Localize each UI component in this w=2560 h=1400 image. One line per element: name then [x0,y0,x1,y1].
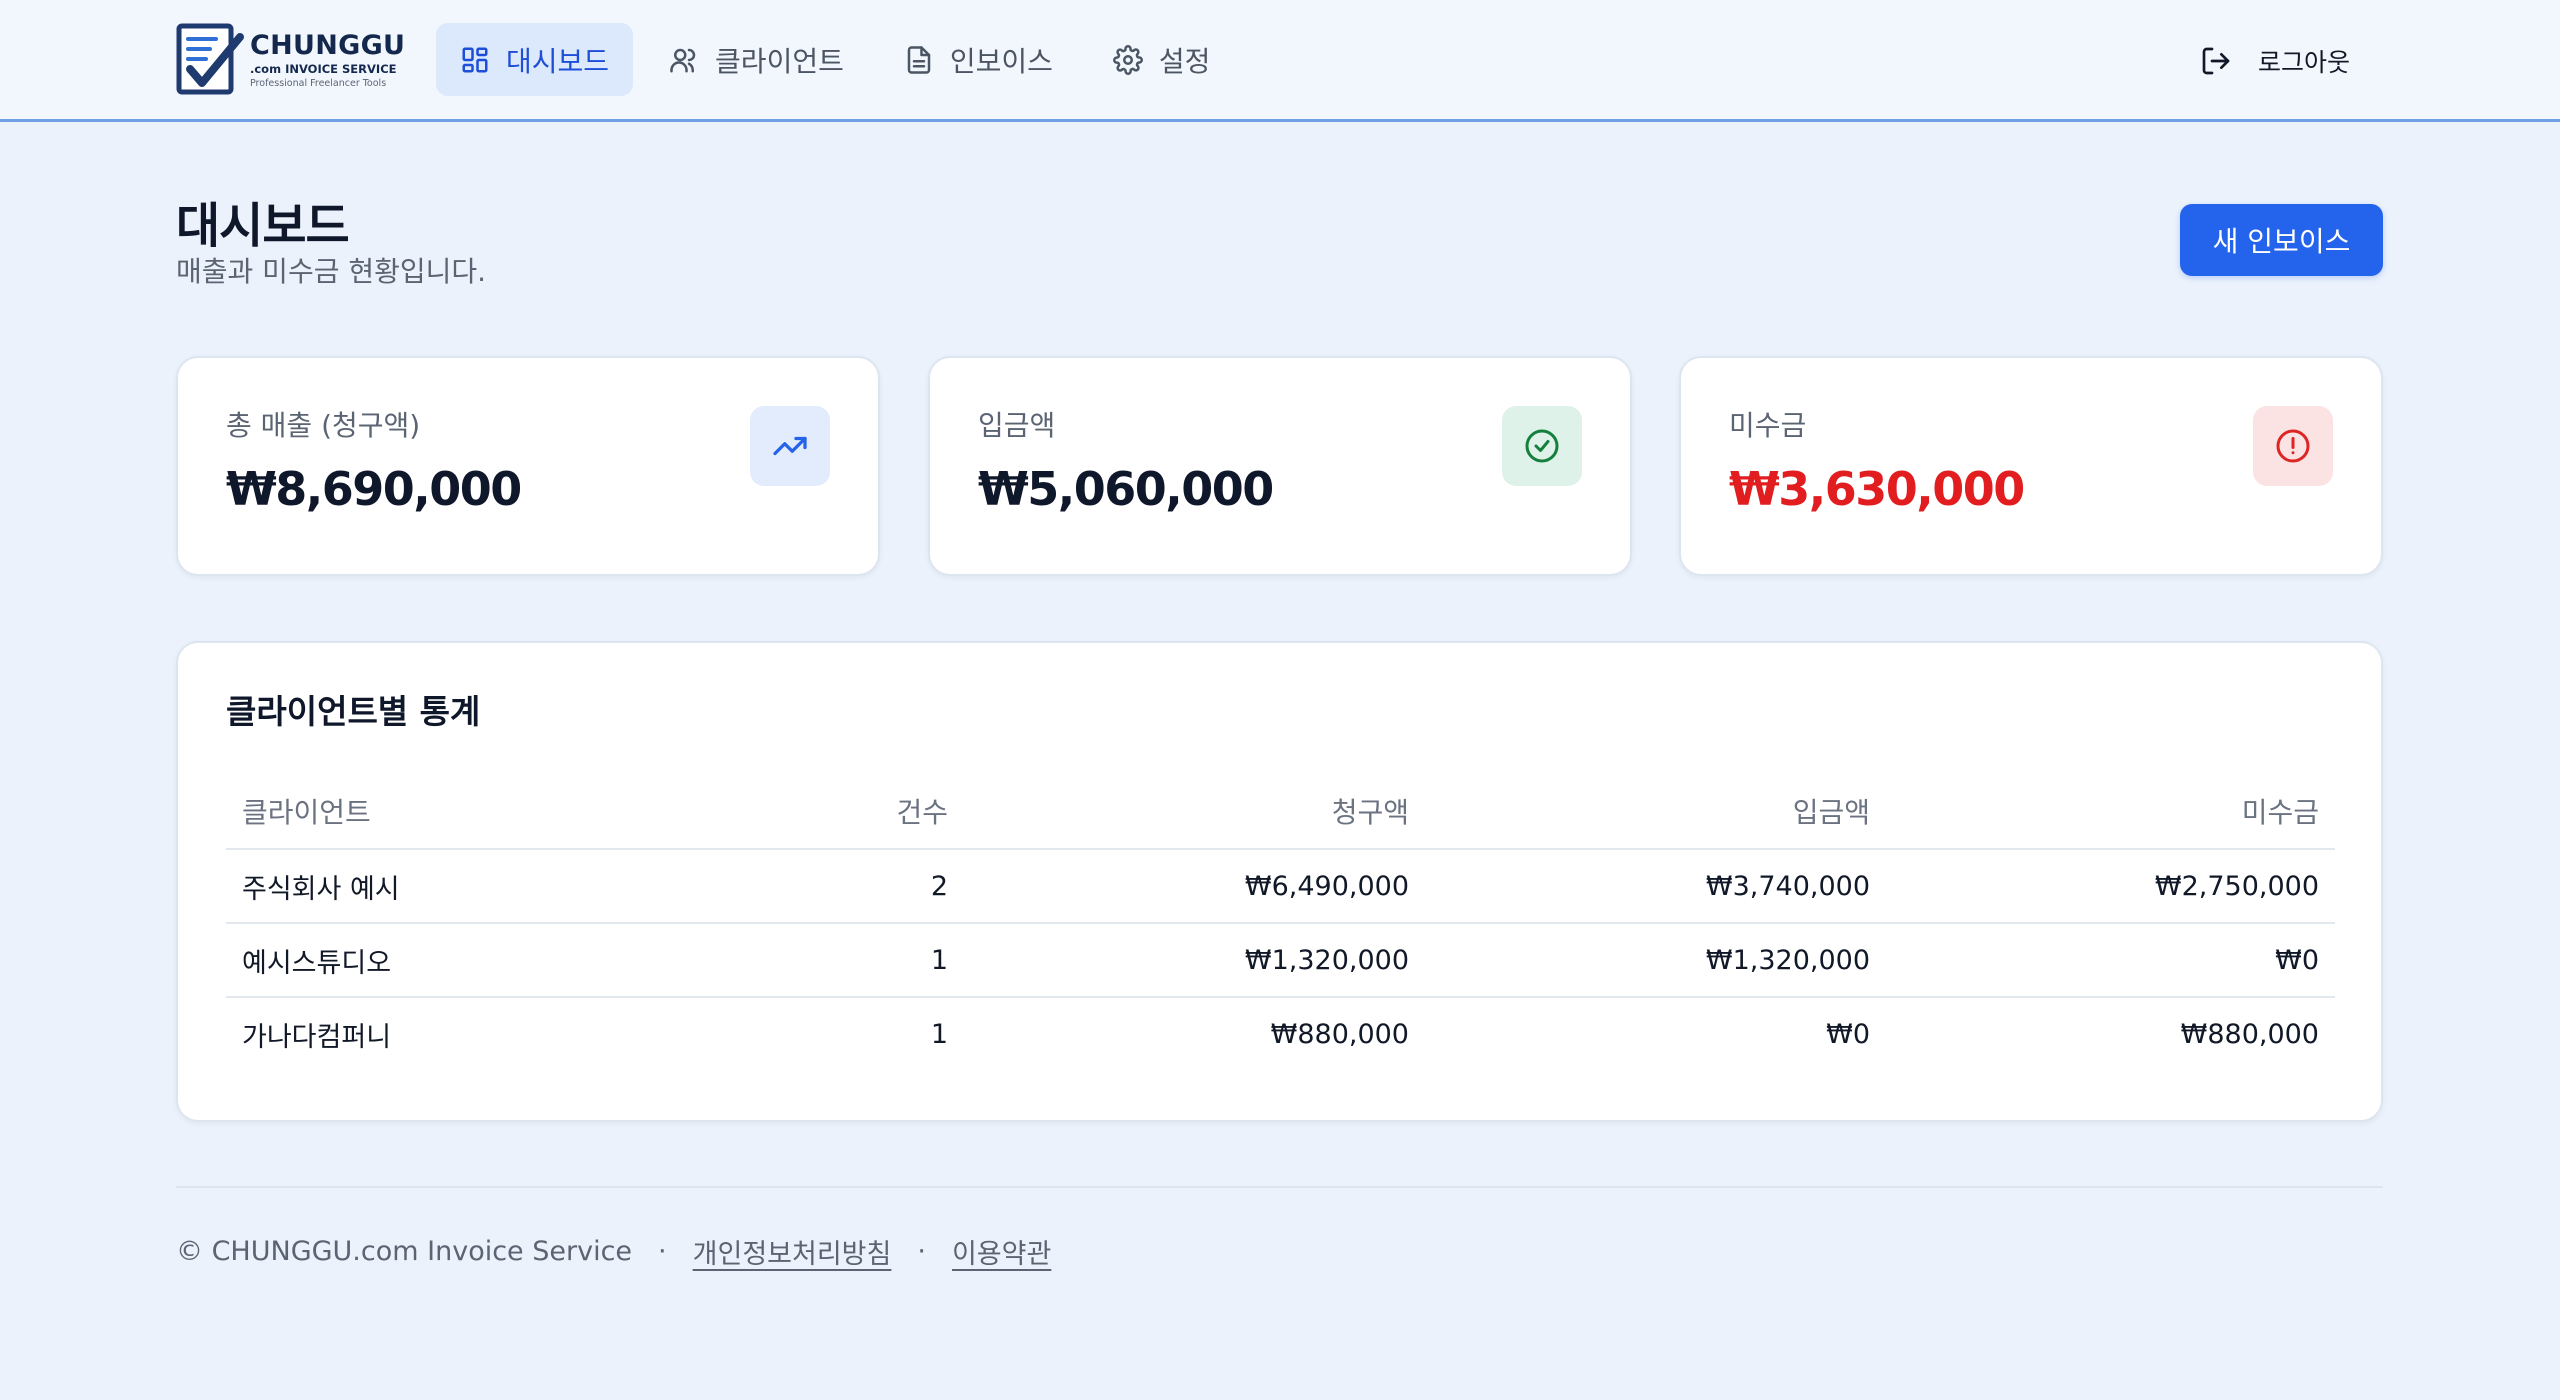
cell-outstanding: ₩0 [1886,923,2335,998]
new-invoice-button[interactable]: 새 인보이스 [2180,204,2383,276]
cell-billed: ₩6,490,000 [964,849,1425,924]
client-stats-table: 클라이언트 건수 청구액 입금액 미수금 주식회사 예시 2 ₩6,490,00… [226,773,2335,1071]
logout-button[interactable]: 로그아웃 [2200,36,2350,86]
trending-up-icon [750,406,830,486]
stat-value: ₩3,630,000 [1729,462,2025,516]
alert-circle-icon [2253,406,2333,486]
brand-logo[interactable]: CHUNGGU .com INVOICE SERVICE Professiona… [176,23,405,97]
stat-value: ₩5,060,000 [978,462,1274,516]
nav-item-dashboard[interactable]: 대시보드 [436,23,634,96]
client-stats-card: 클라이언트별 통계 클라이언트 건수 청구액 입금액 미수금 주식회사 예시 2… [176,641,2383,1122]
footer-separator: · [917,1236,926,1267]
table-row: 주식회사 예시 2 ₩6,490,000 ₩3,740,000 ₩2,750,0… [226,849,2335,924]
page-title: 대시보드 [176,198,350,254]
nav-label-dashboard: 대시보드 [506,44,610,78]
nav-item-clients[interactable]: 클라이언트 [645,23,868,96]
logout-icon [2202,47,2230,75]
cell-billed: ₩1,320,000 [964,923,1425,998]
check-circle-icon [1502,406,1582,486]
document-icon [907,45,931,74]
brand-subtitle: .com INVOICE SERVICE [250,61,397,76]
nav-item-invoices[interactable]: 인보이스 [880,23,1077,96]
page-subtitle: 매출과 미수금 현황입니다. [176,255,487,288]
footer-copyright: © CHUNGGU.com Invoice Service [176,1236,633,1267]
gear-icon [1112,44,1143,75]
column-header-billed: 청구액 [964,773,1425,850]
cell-client: 가나다컴퍼니 [242,1022,392,1053]
stat-card-total-revenue: 총 매출 (청구액) ₩8,690,000 [176,356,880,576]
footer-separator: · [658,1236,667,1267]
cell-count: 1 [930,1019,948,1050]
logout-label: 로그아웃 [2258,48,2351,77]
nav-label-clients: 클라이언트 [715,44,844,78]
column-header-client: 클라이언트 [226,773,716,850]
nav-item-settings[interactable]: 설정 [1089,23,1235,96]
stat-card-outstanding: 미수금 ₩3,630,000 [1679,356,2383,576]
column-header-paid: 입금액 [1425,773,1886,850]
stat-value: ₩8,690,000 [226,462,522,516]
column-header-count: 건수 [716,773,964,850]
cell-paid: ₩3,740,000 [1425,849,1886,924]
brand-name: CHUNGGU [250,29,406,61]
cell-outstanding: ₩880,000 [2180,1019,2319,1050]
column-header-outstanding: 미수금 [1886,773,2335,850]
footer-divider [176,1186,2383,1188]
table-row: 가나다컴퍼니 1 ₩880,000 ₩0 ₩880,000 [226,997,2335,1071]
users-icon [670,48,696,72]
cell-outstanding: ₩2,750,000 [1886,849,2335,924]
terms-link[interactable]: 이용약관 [952,1232,1051,1271]
table-header-row: 클라이언트 건수 청구액 입금액 미수금 [226,773,2335,850]
cell-client: 주식회사 예시 [226,849,716,924]
stat-card-paid: 입금액 ₩5,060,000 [928,356,1632,576]
cell-client: 예시스튜디오 [226,923,716,998]
cell-count: 1 [716,923,964,998]
nav-label-invoices: 인보이스 [949,44,1053,78]
stat-label: 총 매출 (청구액) [226,409,421,442]
cell-paid: ₩0 [1826,1019,1870,1050]
page-footer: © CHUNGGU.com Invoice Service · 개인정보처리방침… [176,1232,1051,1271]
table-row: 예시스튜디오 1 ₩1,320,000 ₩1,320,000 ₩0 [226,923,2335,998]
brand-tagline: Professional Freelancer Tools [250,78,387,89]
privacy-policy-link[interactable]: 개인정보처리방침 [693,1232,892,1271]
main-nav: 대시보드 클라이언트 인보이스 설정 [436,23,1246,96]
cell-billed: ₩880,000 [1270,1019,1409,1050]
cell-paid: ₩1,320,000 [1425,923,1886,998]
stat-label: 입금액 [978,409,1056,442]
client-stats-title: 클라이언트별 통계 [226,692,481,731]
cell-count: 2 [716,849,964,924]
nav-label-settings: 설정 [1158,44,1211,78]
dashboard-icon [462,47,488,72]
stat-label: 미수금 [1729,409,1807,442]
app-header: CHUNGGU .com INVOICE SERVICE Professiona… [0,0,2560,122]
invoice-logo-icon [176,23,244,95]
